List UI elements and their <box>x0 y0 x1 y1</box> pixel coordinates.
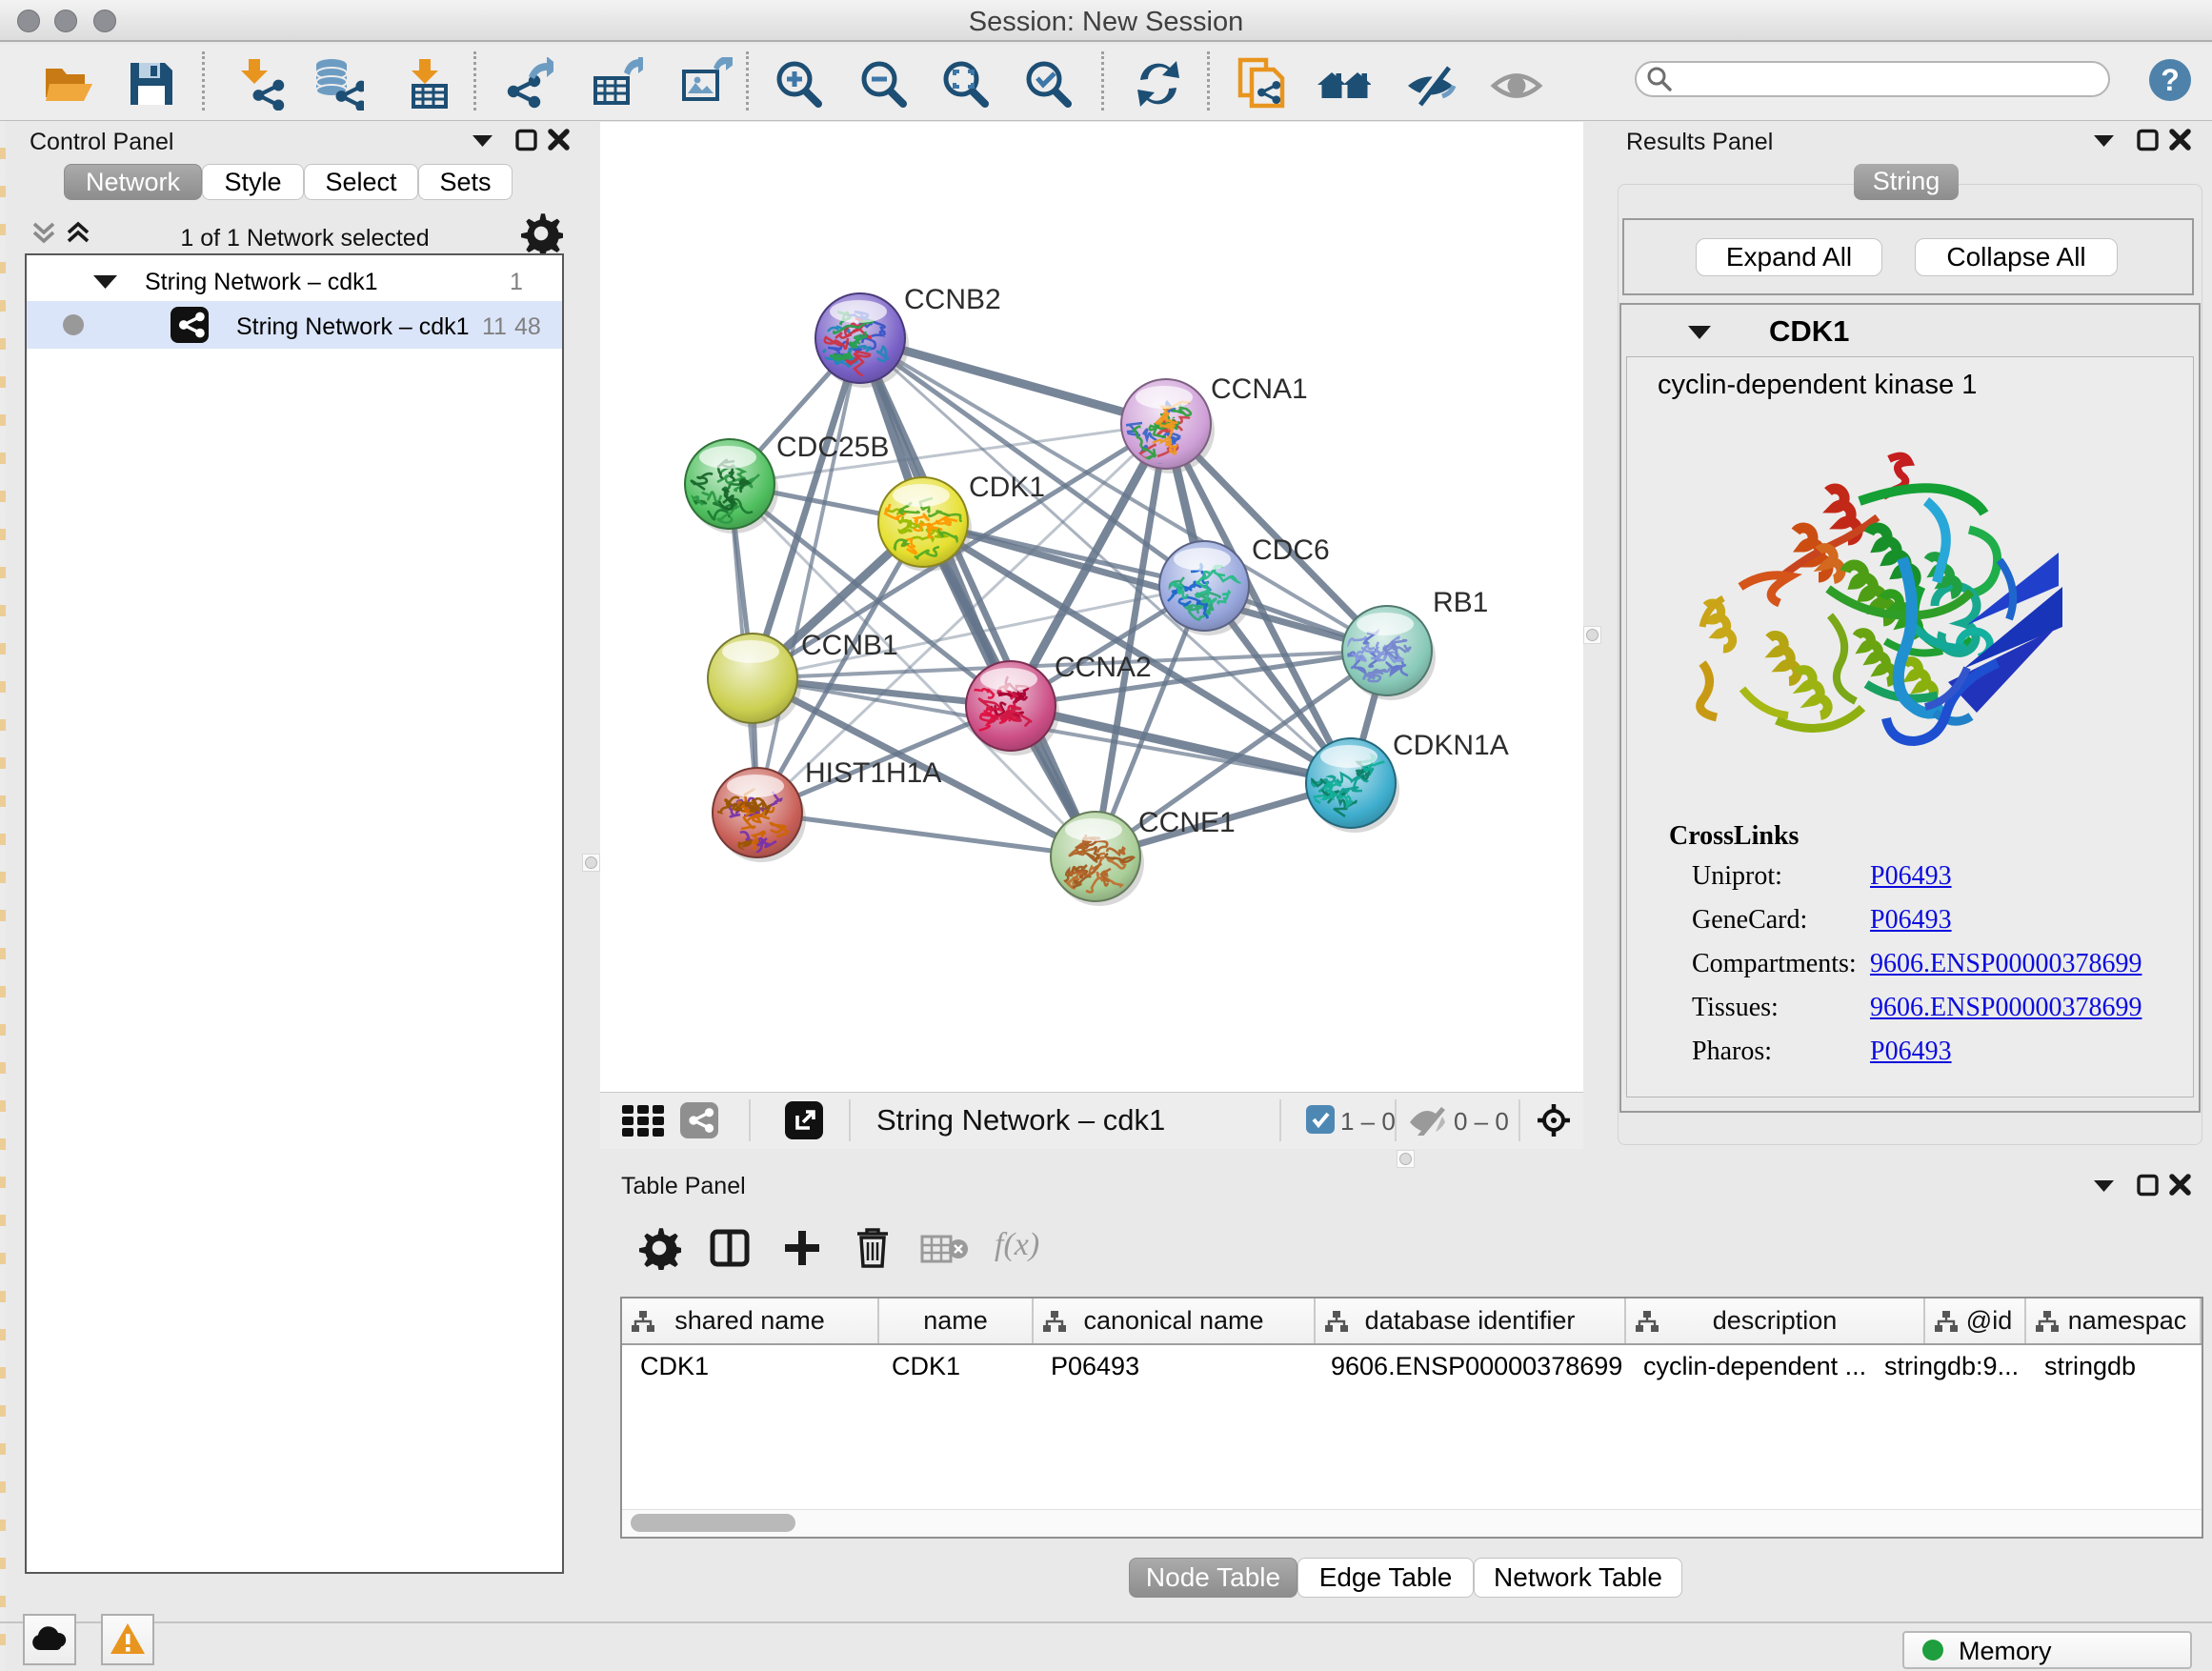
svg-text:RB1: RB1 <box>1433 587 1488 618</box>
svg-text:CCNB1: CCNB1 <box>801 630 898 661</box>
svg-text:CCNA1: CCNA1 <box>1211 373 1308 405</box>
svg-text:CDC25B: CDC25B <box>776 432 889 463</box>
svg-text:CCNE1: CCNE1 <box>1138 807 1236 838</box>
svg-text:CCNB2: CCNB2 <box>904 284 1001 315</box>
svg-text:CDKN1A: CDKN1A <box>1393 730 1509 761</box>
svg-text:CDC6: CDC6 <box>1252 534 1330 566</box>
svg-text:CDK1: CDK1 <box>969 472 1045 503</box>
svg-text:CCNA2: CCNA2 <box>1055 652 1152 683</box>
svg-text:HIST1H1A: HIST1H1A <box>805 757 941 789</box>
